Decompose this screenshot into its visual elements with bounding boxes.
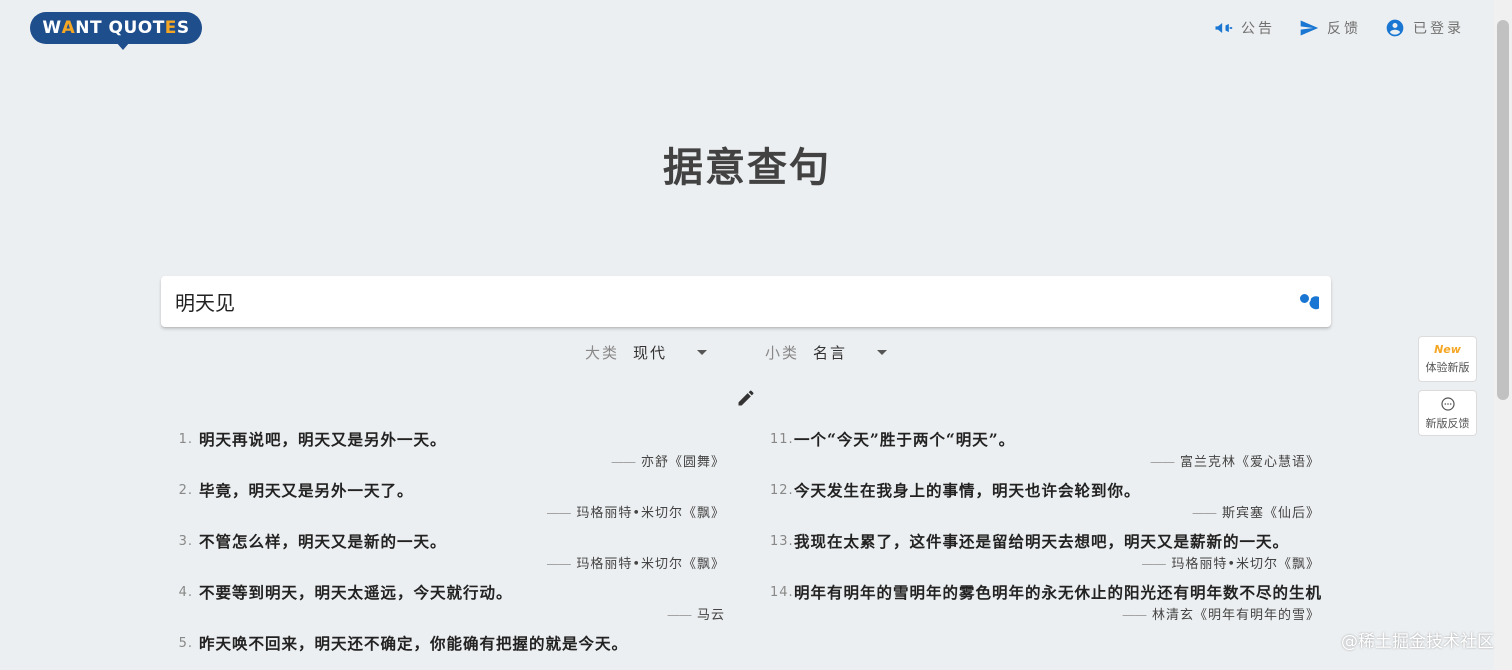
quote-text: 明天再说吧，明天又是另外一天。	[199, 430, 447, 449]
minor-category-select[interactable]: 名言	[813, 342, 888, 363]
search-button[interactable]	[1295, 289, 1323, 315]
quote-text: 毕竟，明天又是另外一天了。	[199, 481, 414, 500]
quote-source: 玛格丽特•米切尔《飘》	[576, 506, 725, 521]
chat-bubble-icon	[1440, 396, 1455, 411]
scrollbar[interactable]	[1494, 0, 1512, 670]
quote-text: 不管怎么样，明天又是新的一天。	[199, 532, 447, 551]
send-icon	[1300, 20, 1319, 36]
nav-account[interactable]: 已登录	[1385, 18, 1464, 38]
quote-source: 亦舒《圆舞》	[640, 455, 725, 470]
quote-text: 明年有明年的雪明年的雾色明年的永无休止的阳光还有明年数不尽的生机	[794, 583, 1323, 602]
quote-source: 马云	[696, 608, 725, 623]
pencil-icon	[738, 390, 754, 406]
quote-text: 不要等到明天，明天太遥远，今天就行动。	[199, 583, 513, 602]
quote-text: 今天发生在我身上的事情，明天也许会轮到你。	[794, 481, 1141, 500]
nav-announcement[interactable]: 公告	[1213, 18, 1275, 38]
search-input[interactable]	[161, 276, 1271, 327]
major-category-select[interactable]: 现代	[633, 342, 708, 363]
search-icon	[1300, 294, 1323, 310]
header: W A NT QUOT E S 公告 反馈 已登录	[0, 0, 1494, 60]
quote-text: 一个“今天”胜于两个“明天”。	[794, 430, 1016, 449]
minor-category: 小类 名言	[765, 342, 888, 363]
quotes-left-column: 1. 明天再说吧，明天又是另外一天。 —— 亦舒《圆舞》 2. 毕竟，明天又是另外一天…	[175, 428, 735, 659]
edit-button[interactable]	[736, 388, 756, 408]
major-category-label: 大类	[585, 344, 620, 362]
top-nav: 公告 反馈 已登录	[1213, 18, 1464, 38]
search-box	[161, 276, 1331, 327]
page-title: 据意查句	[663, 144, 831, 191]
quote-item[interactable]: 14. 明年有明年的雪明年的雾色明年的永无休止的阳光还有明年数不尽的生机 —— 林清…	[770, 581, 1330, 628]
quote-item[interactable]: 5. 昨天唤不回来，明天还不确定，你能确有把握的就是今天。	[175, 632, 735, 655]
watermark: @稀土掘金技术社区	[1341, 632, 1494, 652]
quote-item[interactable]: 12. 今天发生在我身上的事情，明天也许会轮到你。 —— 斯宾塞《仙后》	[770, 479, 1330, 526]
quote-source: 玛格丽特•米切尔《飘》	[576, 557, 725, 572]
quote-item[interactable]: 4. 不要等到明天，明天太遥远，今天就行动。 —— 马云	[175, 581, 735, 628]
nav-feedback[interactable]: 反馈	[1299, 18, 1361, 38]
quote-text: 我现在太累了，这件事还是留给明天去想吧，明天又是薪新的一天。	[794, 532, 1290, 551]
caret-down-icon	[877, 350, 888, 355]
new-badge-icon: New	[1434, 343, 1461, 356]
quote-source: 玛格丽特•米切尔《飘》	[1171, 557, 1320, 572]
quote-source: 富兰克林《爱心慧语》	[1179, 455, 1320, 470]
megaphone-icon	[1215, 23, 1233, 33]
scrollbar-thumb[interactable]	[1497, 20, 1509, 400]
try-new-version-button[interactable]: New 体验新版	[1418, 336, 1477, 382]
quote-source: 林清玄《明年有明年的雪》	[1151, 608, 1320, 623]
new-version-feedback-button[interactable]: 新版反馈	[1418, 390, 1477, 436]
quote-source: 斯宾塞《仙后》	[1221, 506, 1320, 521]
user-icon	[1386, 19, 1404, 37]
quote-item[interactable]: 3. 不管怎么样，明天又是新的一天。 —— 玛格丽特•米切尔《飘》	[175, 530, 735, 577]
quote-item[interactable]: 1. 明天再说吧，明天又是另外一天。 —— 亦舒《圆舞》	[175, 428, 735, 475]
minor-category-label: 小类	[765, 344, 800, 362]
logo[interactable]: W A NT QUOT E S	[30, 12, 202, 50]
major-category: 大类 现代	[585, 342, 708, 363]
quote-text: 昨天唤不回来，明天还不确定，你能确有把握的就是今天。	[199, 634, 629, 653]
quote-item[interactable]: 13. 我现在太累了，这件事还是留给明天去想吧，明天又是薪新的一天。 —— 玛格丽特…	[770, 530, 1330, 577]
category-filters: 大类 现代 小类 名言	[585, 342, 888, 363]
quotes-right-column: 11. 一个“今天”胜于两个“明天”。 —— 富兰克林《爱心慧语》 12. 今天发生在…	[770, 428, 1330, 632]
quote-item[interactable]: 11. 一个“今天”胜于两个“明天”。 —— 富兰克林《爱心慧语》	[770, 428, 1330, 475]
caret-down-icon	[697, 350, 708, 355]
quote-item[interactable]: 2. 毕竟，明天又是另外一天了。 —— 玛格丽特•米切尔《飘》	[175, 479, 735, 526]
